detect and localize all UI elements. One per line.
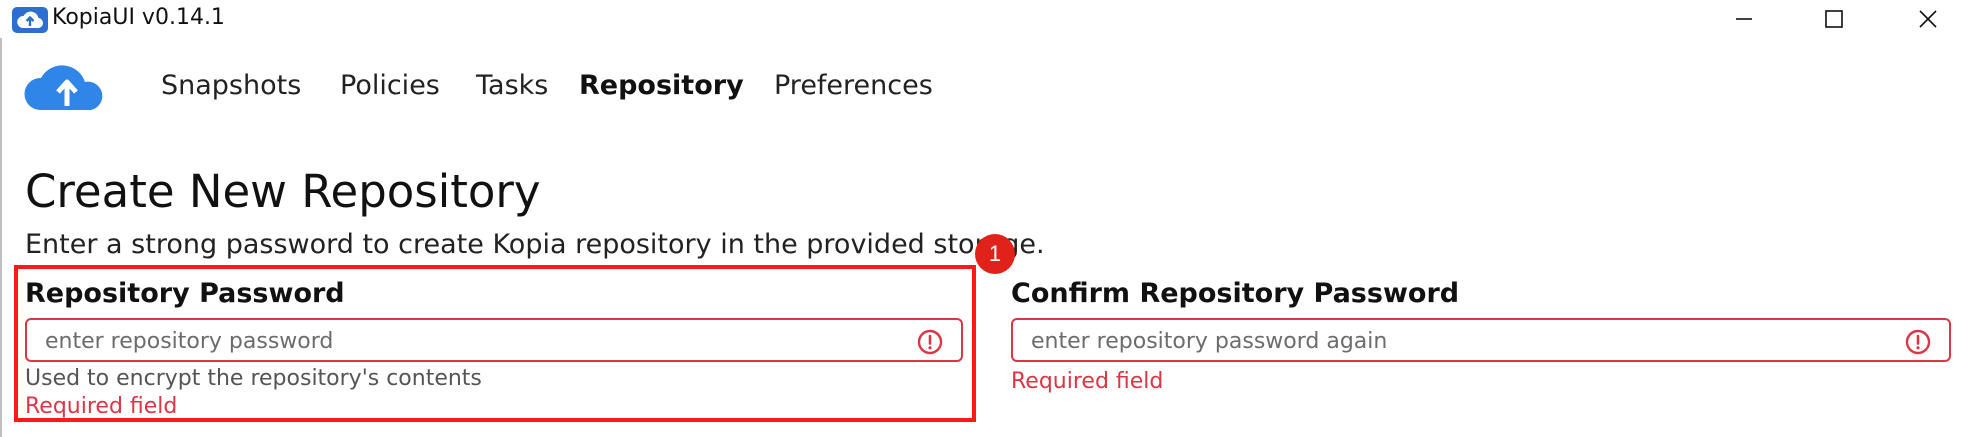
kopia-logo-icon[interactable]: [20, 64, 114, 118]
confirm-password-field-wrapper: [1011, 318, 1951, 362]
nav-policies[interactable]: Policies: [340, 70, 440, 101]
nav-snapshots[interactable]: Snapshots: [161, 70, 301, 101]
main-navbar: Snapshots Policies Tasks Repository Pref…: [0, 60, 1972, 120]
close-icon: [1919, 10, 1937, 28]
nav-tasks[interactable]: Tasks: [476, 70, 548, 101]
page-subtitle: Enter a strong password to create Kopia …: [25, 229, 1045, 260]
confirm-password-input[interactable]: [1029, 320, 1899, 362]
nav-repository[interactable]: Repository: [579, 70, 744, 101]
annotation-badge: 1: [975, 234, 1015, 274]
page-title: Create New Repository: [25, 165, 541, 218]
close-button[interactable]: [1882, 0, 1972, 38]
maximize-button[interactable]: [1788, 0, 1880, 38]
title-bar: KopiaUI v0.14.1: [0, 0, 1972, 38]
invalid-icon: [1905, 329, 1931, 355]
app-icon: [12, 7, 48, 33]
maximize-icon: [1825, 10, 1843, 28]
annotation-highlight-box: [14, 265, 976, 422]
window-title: KopiaUI v0.14.1: [52, 5, 225, 30]
minimize-icon: [1736, 18, 1752, 20]
nav-preferences[interactable]: Preferences: [774, 70, 933, 101]
confirm-password-label: Confirm Repository Password: [1011, 278, 1460, 309]
confirm-password-error: Required field: [1011, 369, 1164, 394]
minimize-button[interactable]: [1698, 0, 1790, 38]
